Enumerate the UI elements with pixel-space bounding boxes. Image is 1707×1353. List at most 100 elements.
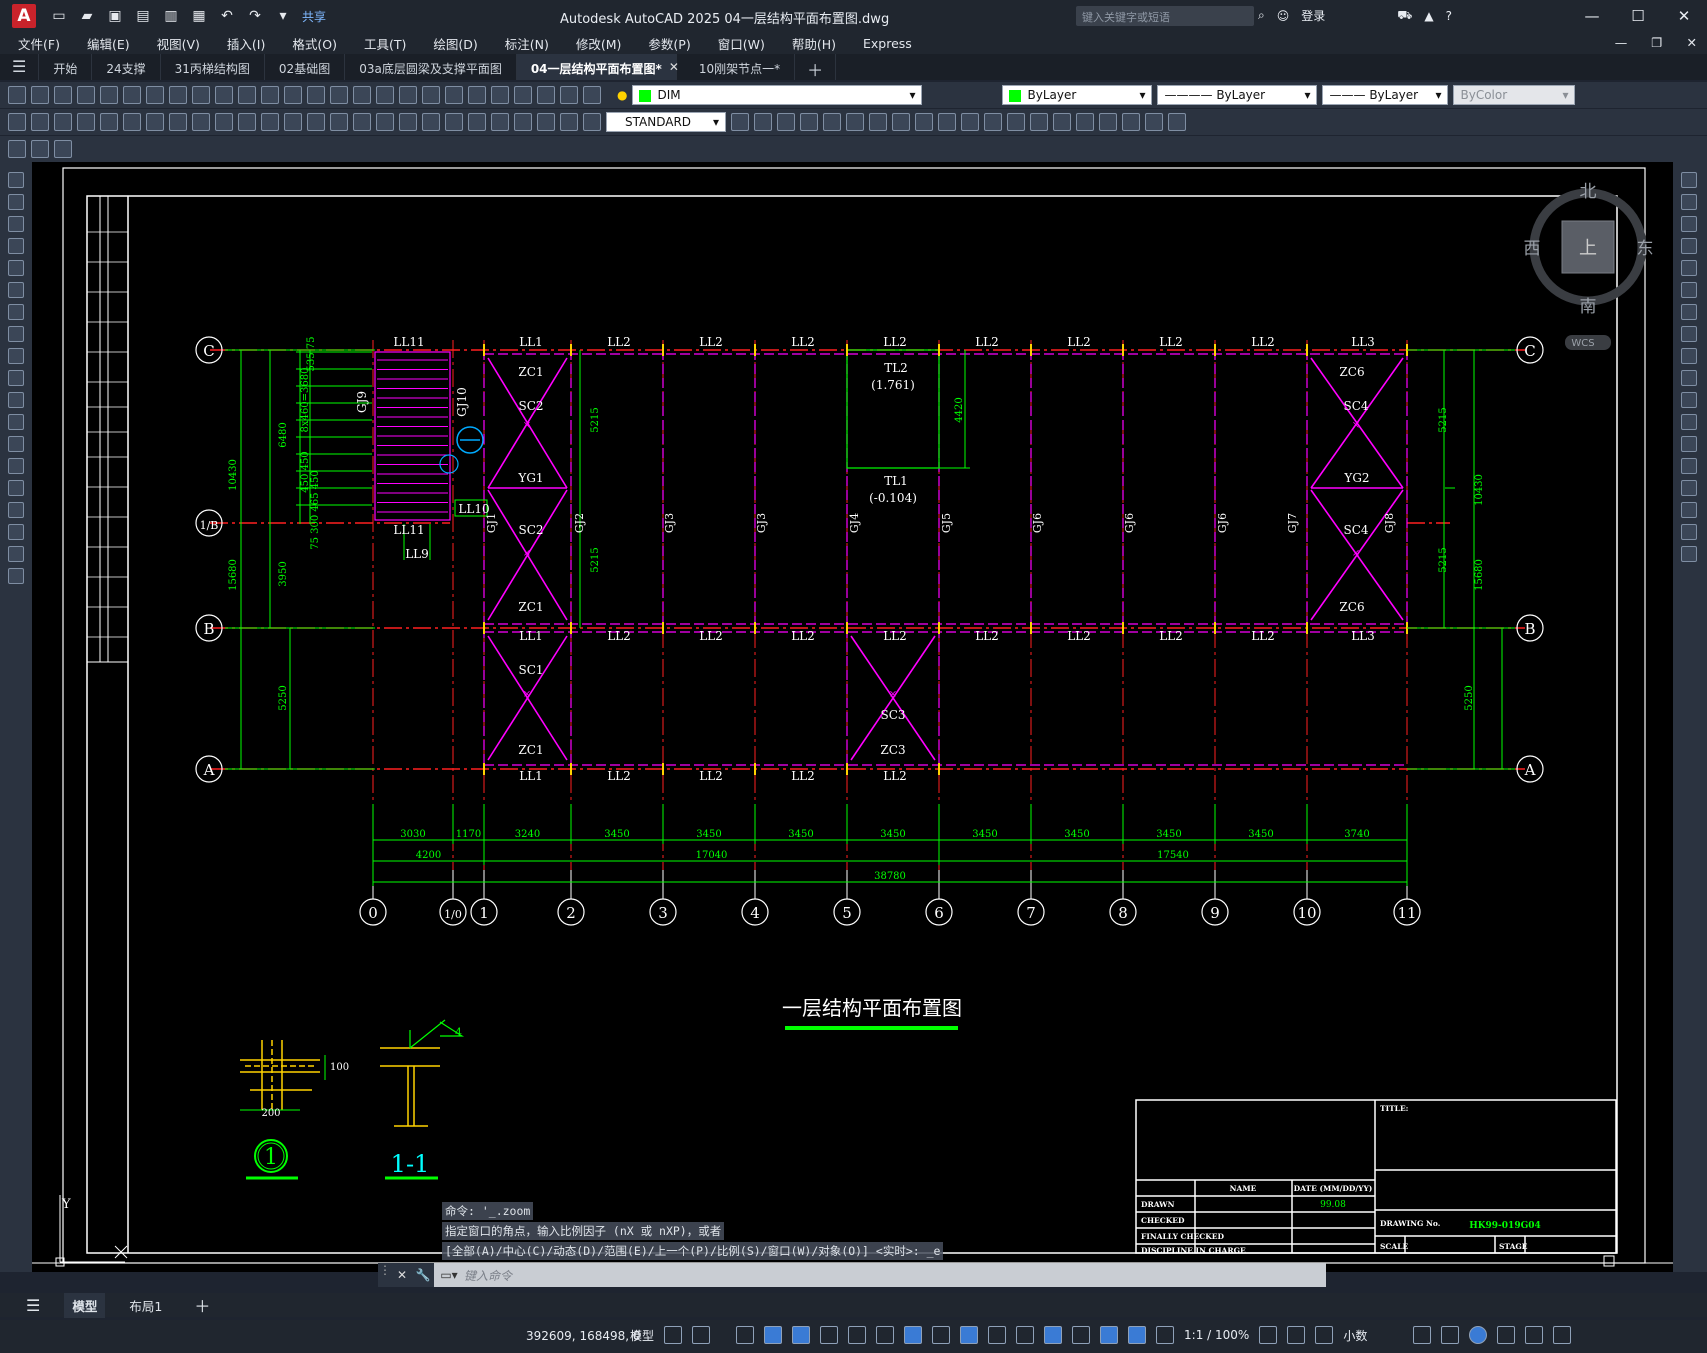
isolate-objects-icon[interactable] (1469, 1326, 1488, 1344)
layer-lightbulb-icon[interactable]: ● (617, 88, 627, 102)
view-tool-icon[interactable] (1122, 113, 1140, 131)
modify-tool-icon[interactable] (1681, 238, 1697, 254)
customize-qa-icon[interactable]: ▾ (274, 7, 292, 25)
dimension-tool-icon[interactable] (54, 113, 72, 131)
file-tab[interactable]: 31丙梯结构图 (161, 54, 265, 80)
dynamic-input-icon[interactable] (764, 1326, 783, 1344)
modify-tool-icon[interactable] (1681, 304, 1697, 320)
layer-dropdown[interactable]: DIM ▾ (632, 85, 923, 105)
grid-toggle-icon[interactable] (664, 1326, 683, 1344)
modify-tool-icon[interactable] (1681, 502, 1697, 518)
dimension-tool-icon[interactable] (445, 113, 463, 131)
dimension-tool-icon[interactable] (560, 113, 578, 131)
view-tool-icon[interactable] (754, 113, 772, 131)
draw-tool-icon[interactable] (8, 568, 24, 584)
units-value[interactable]: 小数 (1343, 1327, 1403, 1344)
lineweight-dropdown[interactable]: ——— ByLayer ▾ (1322, 85, 1449, 105)
standard-tool-icon[interactable] (192, 86, 210, 104)
menu-item[interactable]: 文件(F) (18, 34, 60, 53)
annotation-visibility-icon[interactable] (1128, 1326, 1147, 1344)
open-folder-icon[interactable]: ▰ (78, 7, 96, 25)
infer-constraints-icon[interactable] (736, 1326, 755, 1344)
view-tool-icon[interactable] (1168, 113, 1186, 131)
view-tool-icon[interactable] (1053, 113, 1071, 131)
standard-tool-icon[interactable] (169, 86, 187, 104)
selection-filter-icon[interactable] (1072, 1326, 1091, 1344)
osnap-tracking-icon[interactable] (876, 1326, 895, 1344)
modify-tool-icon[interactable] (1681, 436, 1697, 452)
menu-item[interactable]: 工具(T) (364, 34, 406, 53)
modify-tool-icon[interactable] (1681, 216, 1697, 232)
cart-icon[interactable]: ⛟ (1397, 8, 1412, 24)
dimension-tool-icon[interactable] (468, 113, 486, 131)
doc-restore-button[interactable]: ❐ (1651, 35, 1662, 50)
login-link[interactable]: 登录 (1301, 7, 1325, 24)
dynamic-ucs-icon[interactable] (1044, 1326, 1063, 1344)
tab-layout1[interactable]: 布局1 (121, 1293, 170, 1318)
dimension-tool-icon[interactable] (353, 113, 371, 131)
menu-item[interactable]: 视图(V) (157, 34, 200, 53)
file-tab[interactable]: 02基础图 (265, 54, 346, 80)
command-input[interactable]: 键入命令 (464, 1267, 512, 1284)
command-grip-icon[interactable]: ⋮ (378, 1263, 392, 1287)
standard-tool-icon[interactable] (215, 86, 233, 104)
standard-tool-icon[interactable] (77, 86, 95, 104)
view-tool-icon[interactable] (1030, 113, 1048, 131)
draw-tool-icon[interactable] (8, 304, 24, 320)
file-tab[interactable]: 24支撑 (92, 54, 161, 80)
redo-icon[interactable]: ↷ (246, 7, 264, 25)
file-tab[interactable]: 10刚架节点一* (685, 54, 796, 80)
standard-tool-icon[interactable] (330, 86, 348, 104)
menu-item[interactable]: 参数(P) (648, 34, 690, 53)
plot-icon[interactable]: ▥ (162, 7, 180, 25)
dimension-tool-icon[interactable] (537, 113, 555, 131)
file-tab[interactable]: 04一层结构平面布置图* (516, 54, 677, 80)
draw-tool-icon[interactable] (8, 238, 24, 254)
view-tool-icon[interactable] (846, 113, 864, 131)
viewcube[interactable]: 上 北 南 西 东 WCS (1524, 182, 1654, 350)
dimstyle-dropdown[interactable]: STANDARD ▾ (606, 112, 726, 132)
standard-tool-icon[interactable] (307, 86, 325, 104)
close-tab-icon[interactable]: ✕ (669, 54, 679, 80)
menu-item[interactable]: 帮助(H) (792, 34, 836, 53)
view-tool-icon[interactable] (869, 113, 887, 131)
modify-tool-icon[interactable] (1681, 524, 1697, 540)
dimension-tool-icon[interactable] (146, 113, 164, 131)
standard-tool-icon[interactable] (353, 86, 371, 104)
draw-tool-icon[interactable] (8, 194, 24, 210)
polar-icon[interactable] (820, 1326, 839, 1344)
maximize-button[interactable]: ☐ (1615, 0, 1661, 32)
layer-properties-icon[interactable] (31, 140, 49, 158)
standard-tool-icon[interactable] (422, 86, 440, 104)
draw-tool-icon[interactable] (8, 348, 24, 364)
dimension-tool-icon[interactable] (284, 113, 302, 131)
draw-tool-icon[interactable] (8, 216, 24, 232)
command-close-icon[interactable]: ✕ (392, 1263, 412, 1287)
save-as-icon[interactable]: ▤ (134, 7, 152, 25)
dimension-tool-icon[interactable] (100, 113, 118, 131)
search-input[interactable]: 键入关键字或短语 (1076, 6, 1254, 26)
plotstyle-dropdown[interactable]: ByColor ▾ (1453, 85, 1576, 105)
dimension-tool-icon[interactable] (192, 113, 210, 131)
dimension-tool-icon[interactable] (422, 113, 440, 131)
standard-tool-icon[interactable] (537, 86, 555, 104)
help-icon[interactable]: ? (1446, 9, 1452, 23)
draw-tool-icon[interactable] (8, 260, 24, 276)
modify-tool-icon[interactable] (1681, 172, 1697, 188)
transparency-icon[interactable] (960, 1326, 979, 1344)
draw-tool-icon[interactable] (8, 414, 24, 430)
standard-tool-icon[interactable] (583, 86, 601, 104)
menu-item[interactable]: 编辑(E) (87, 34, 130, 53)
view-tool-icon[interactable] (1099, 113, 1117, 131)
standard-tool-icon[interactable] (261, 86, 279, 104)
tab-menu-icon[interactable]: ☰ (0, 54, 40, 80)
workspace-gear-icon[interactable] (1259, 1326, 1278, 1344)
standard-tool-icon[interactable] (100, 86, 118, 104)
view-tool-icon[interactable] (731, 113, 749, 131)
menu-item[interactable]: 修改(M) (576, 34, 622, 53)
view-tool-icon[interactable] (892, 113, 910, 131)
search-icon[interactable]: ⌕ (1258, 8, 1265, 23)
menu-item[interactable]: 格式(O) (292, 34, 337, 53)
draw-tool-icon[interactable] (8, 458, 24, 474)
dimension-tool-icon[interactable] (399, 113, 417, 131)
